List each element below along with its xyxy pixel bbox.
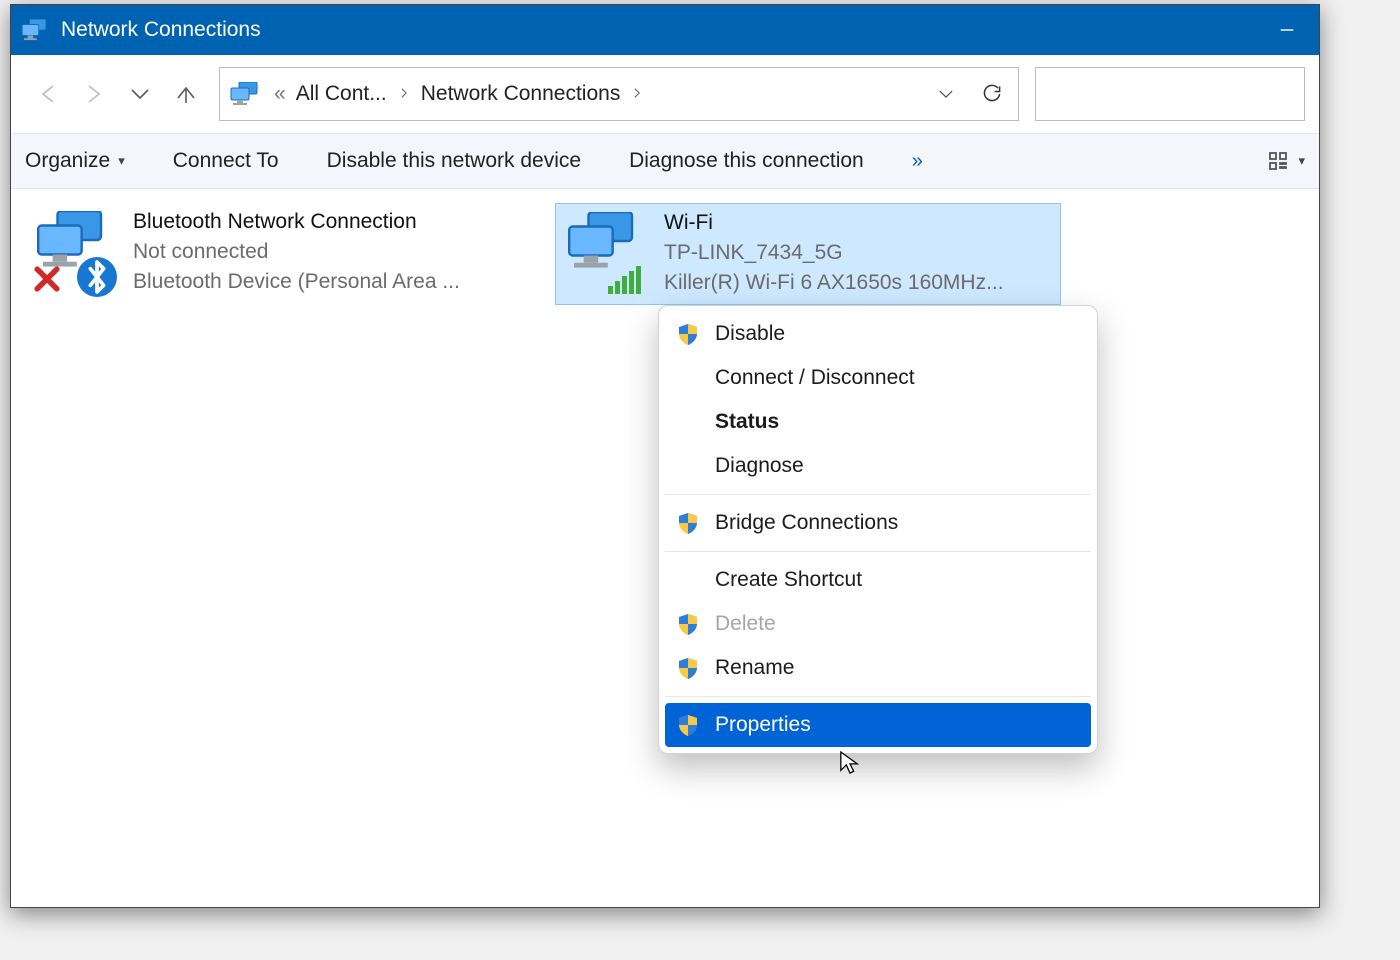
menu-item-create-shortcut[interactable]: Create Shortcut: [665, 558, 1091, 602]
breadcrumb-current[interactable]: Network Connections: [421, 82, 621, 106]
connect-to-button[interactable]: Connect To: [173, 149, 279, 173]
menu-item-status[interactable]: Status: [665, 400, 1091, 444]
address-bar[interactable]: « All Cont... Network Connections: [219, 67, 1019, 121]
connection-name: Wi-Fi: [664, 208, 1004, 238]
context-menu: Disable Connect / Disconnect Status Diag…: [658, 305, 1098, 754]
connection-status: TP-LINK_7434_5G: [664, 238, 1004, 268]
organize-label: Organize: [25, 149, 110, 173]
connect-to-label: Connect To: [173, 149, 279, 173]
blank-icon: [675, 453, 701, 479]
blank-icon: [675, 567, 701, 593]
shield-icon: [675, 510, 701, 536]
up-button[interactable]: [163, 71, 209, 117]
diagnose-label: Diagnose this connection: [629, 149, 864, 173]
menu-item-disable[interactable]: Disable: [665, 312, 1091, 356]
navigation-bar: « All Cont... Network Connections: [11, 55, 1319, 133]
app-icon: [21, 19, 49, 41]
breadcrumb-separator-icon: [393, 82, 415, 106]
forward-button[interactable]: [71, 71, 117, 117]
menu-item-label: Status: [715, 410, 779, 434]
connections-list: Bluetooth Network Connection Not connect…: [11, 189, 1319, 907]
blank-icon: [675, 365, 701, 391]
back-button[interactable]: [25, 71, 71, 117]
connection-status: Not connected: [133, 237, 460, 267]
menu-item-bridge-connections[interactable]: Bridge Connections: [665, 501, 1091, 545]
breadcrumb-overflow[interactable]: «: [270, 82, 290, 106]
minimize-button[interactable]: [1263, 5, 1311, 55]
diagnose-connection-button[interactable]: Diagnose this connection: [629, 149, 864, 173]
disable-device-label: Disable this network device: [327, 149, 581, 173]
menu-item-label: Rename: [715, 656, 794, 680]
menu-separator: [665, 551, 1091, 552]
organize-menu[interactable]: Organize ▾: [25, 149, 125, 173]
shield-icon: [675, 321, 701, 347]
menu-item-properties[interactable]: Properties: [665, 703, 1091, 747]
overflow-icon: »: [912, 150, 924, 173]
title-bar[interactable]: Network Connections: [11, 5, 1319, 55]
toolbar-overflow-button[interactable]: »: [912, 150, 924, 173]
menu-item-label: Diagnose: [715, 454, 804, 478]
recent-locations-button[interactable]: [117, 71, 163, 117]
connection-device: Killer(R) Wi-Fi 6 AX1650s 160MHz...: [664, 268, 1004, 298]
search-box[interactable]: [1035, 67, 1305, 121]
menu-item-label: Connect / Disconnect: [715, 366, 915, 390]
shield-icon: [675, 611, 701, 637]
breadcrumb-root[interactable]: All Cont...: [296, 82, 387, 106]
shield-icon: [675, 655, 701, 681]
menu-item-diagnose[interactable]: Diagnose: [665, 444, 1091, 488]
caret-down-icon: ▾: [1298, 153, 1305, 169]
menu-separator: [665, 696, 1091, 697]
connection-device: Bluetooth Device (Personal Area ...: [133, 267, 460, 297]
connection-icon: [31, 209, 119, 297]
disable-device-button[interactable]: Disable this network device: [327, 149, 581, 173]
menu-item-label: Properties: [715, 713, 811, 737]
refresh-button[interactable]: [972, 83, 1012, 105]
blank-icon: [675, 409, 701, 435]
connection-icon: [562, 210, 650, 298]
caret-down-icon: ▾: [118, 153, 125, 169]
menu-item-label: Delete: [715, 612, 776, 636]
view-options-button[interactable]: ▾: [1268, 150, 1305, 172]
menu-separator: [665, 494, 1091, 495]
menu-item-label: Bridge Connections: [715, 511, 898, 535]
window-title: Network Connections: [61, 18, 261, 42]
connection-name: Bluetooth Network Connection: [133, 207, 460, 237]
breadcrumb-separator-icon: [626, 82, 648, 106]
menu-item-label: Disable: [715, 322, 785, 346]
menu-item-label: Create Shortcut: [715, 568, 862, 592]
network-connections-window: Network Connections « All Cont... Networ…: [10, 4, 1320, 908]
command-bar: Organize ▾ Connect To Disable this netwo…: [11, 133, 1319, 189]
signal-bars-icon: [608, 266, 648, 296]
connection-item-wifi[interactable]: Wi-Fi TP-LINK_7434_5G Killer(R) Wi-Fi 6 …: [555, 203, 1061, 305]
shield-icon: [675, 712, 701, 738]
mouse-cursor-icon: [839, 749, 861, 777]
connection-item-bluetooth[interactable]: Bluetooth Network Connection Not connect…: [25, 203, 531, 303]
menu-item-connect-disconnect[interactable]: Connect / Disconnect: [665, 356, 1091, 400]
menu-item-delete: Delete: [665, 602, 1091, 646]
address-dropdown-button[interactable]: [926, 84, 966, 104]
menu-item-rename[interactable]: Rename: [665, 646, 1091, 690]
address-icon: [230, 82, 260, 106]
